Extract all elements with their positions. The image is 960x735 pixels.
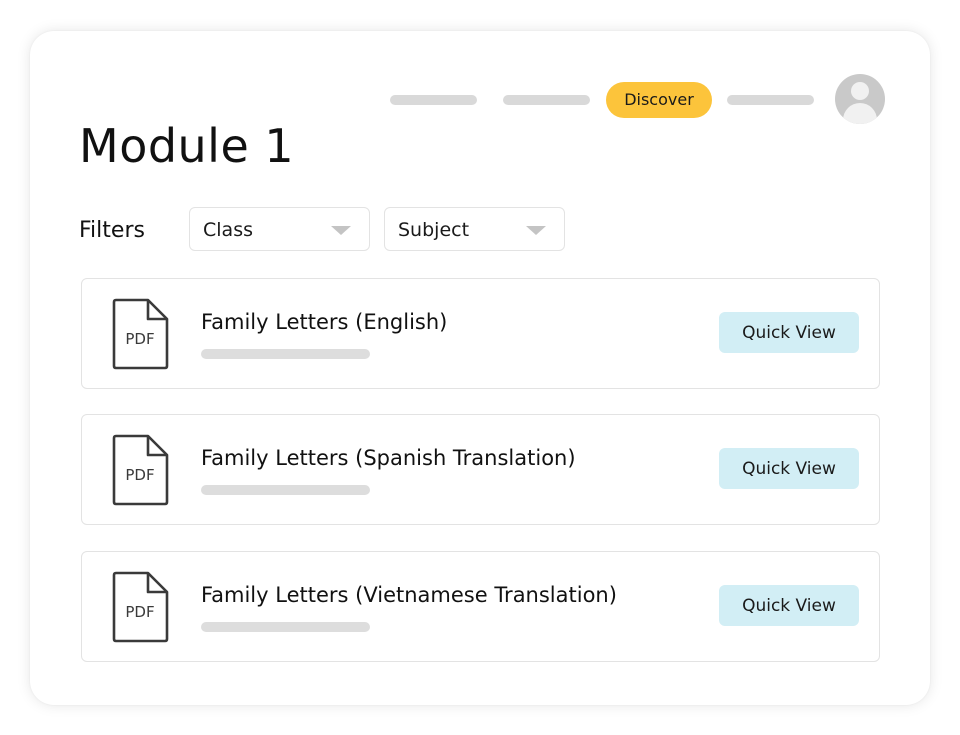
svg-text:PDF: PDF: [125, 466, 154, 484]
document-row: PDF Family Letters (Spanish Translation)…: [81, 414, 880, 525]
class-dropdown[interactable]: Class: [189, 207, 370, 251]
document-title: Family Letters (Spanish Translation): [201, 446, 576, 470]
quick-view-button[interactable]: Quick View: [719, 585, 859, 626]
page-title: Module 1: [79, 119, 295, 173]
document-description-placeholder: [201, 485, 370, 495]
svg-text:PDF: PDF: [125, 330, 154, 348]
document-title: Family Letters (English): [201, 310, 448, 334]
nav-item-placeholder-2[interactable]: [503, 95, 590, 105]
pdf-file-icon: PDF: [112, 571, 169, 643]
pdf-file-icon: PDF: [112, 298, 169, 370]
nav-item-discover[interactable]: Discover: [606, 82, 712, 118]
quick-view-button[interactable]: Quick View: [719, 448, 859, 489]
class-dropdown-label: Class: [203, 219, 253, 241]
svg-text:PDF: PDF: [125, 603, 154, 621]
document-description-placeholder: [201, 349, 370, 359]
document-row: PDF Family Letters (English) Quick View: [81, 278, 880, 389]
quick-view-button[interactable]: Quick View: [719, 312, 859, 353]
chevron-down-icon: [331, 226, 351, 235]
user-avatar-icon[interactable]: [835, 74, 885, 124]
filters-label: Filters: [79, 218, 145, 243]
pdf-file-icon: PDF: [112, 434, 169, 506]
document-row: PDF Family Letters (Vietnamese Translati…: [81, 551, 880, 662]
document-title: Family Letters (Vietnamese Translation): [201, 583, 617, 607]
nav-item-placeholder-1[interactable]: [390, 95, 477, 105]
chevron-down-icon: [526, 226, 546, 235]
nav-item-placeholder-3[interactable]: [727, 95, 814, 105]
document-description-placeholder: [201, 622, 370, 632]
subject-dropdown[interactable]: Subject: [384, 207, 565, 251]
subject-dropdown-label: Subject: [398, 219, 470, 241]
